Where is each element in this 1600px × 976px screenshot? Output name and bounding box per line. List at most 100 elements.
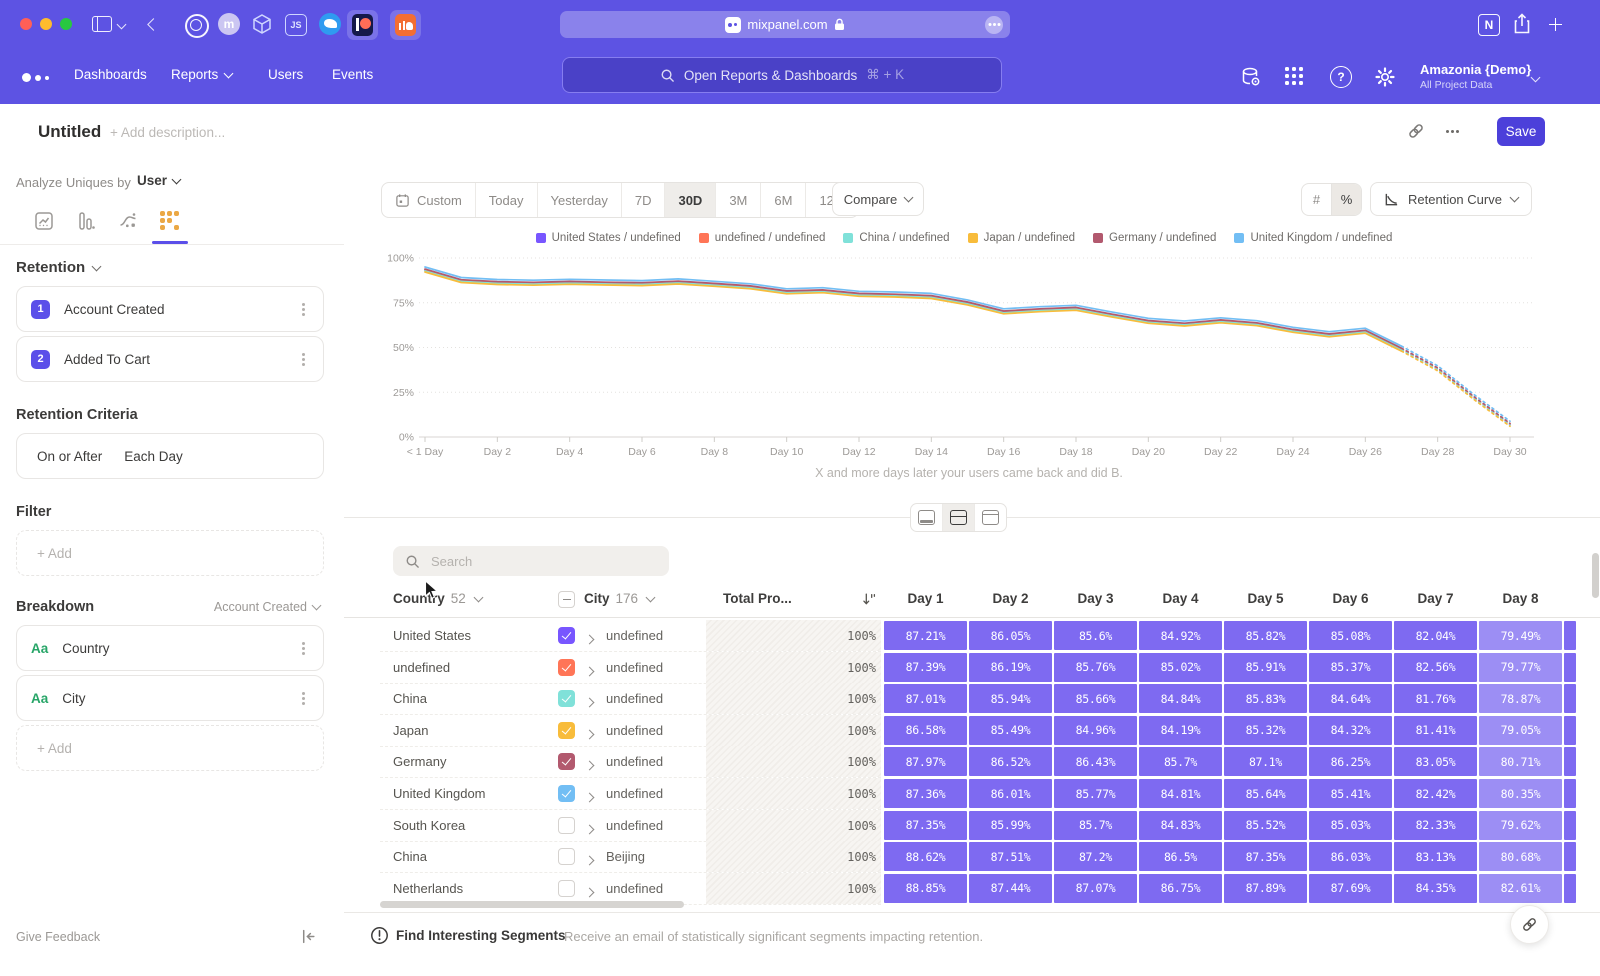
footer-title[interactable]: Find Interesting Segments: [396, 928, 566, 943]
breakdown-card-country[interactable]: Aa Country: [16, 625, 324, 671]
expand-row-icon[interactable]: [586, 821, 593, 836]
event-options-icon[interactable]: [302, 358, 305, 361]
browser-address-bar[interactable]: mixpanel.com: [560, 11, 1010, 38]
report-title[interactable]: Untitled: [38, 122, 101, 142]
data-management-icon[interactable]: [1240, 66, 1262, 88]
range-yesterday[interactable]: Yesterday: [537, 183, 621, 217]
expand-row-icon[interactable]: [586, 884, 593, 899]
breakdown-options-icon[interactable]: [302, 647, 305, 650]
layout-split-button[interactable]: [942, 504, 974, 531]
extension-bird-icon[interactable]: [319, 13, 341, 35]
extension-target-icon[interactable]: [185, 14, 209, 38]
row-checkbox[interactable]: [558, 848, 575, 865]
column-day-header[interactable]: Day 6: [1309, 591, 1392, 606]
legend-item[interactable]: Japan / undefined: [968, 232, 1075, 244]
give-feedback-link[interactable]: Give Feedback: [16, 930, 100, 944]
expand-row-icon[interactable]: [586, 726, 593, 741]
window-minimize-button[interactable]: [40, 18, 52, 30]
compare-button[interactable]: Compare: [832, 182, 924, 216]
row-checkbox[interactable]: [558, 722, 575, 739]
column-day-header[interactable]: Day 2: [969, 591, 1052, 606]
nav-dashboards[interactable]: Dashboards: [74, 67, 147, 82]
percentage-toggle[interactable]: %: [1331, 184, 1361, 215]
extension-cube-icon[interactable]: [251, 13, 273, 35]
event-card-added-to-cart[interactable]: 2 Added To Cart: [16, 336, 324, 382]
row-checkbox[interactable]: [558, 753, 575, 770]
legend-item[interactable]: United States / undefined: [536, 232, 681, 244]
add-description-button[interactable]: + Add description...: [110, 125, 225, 140]
range-3m[interactable]: 3M: [715, 183, 760, 217]
legend-item[interactable]: undefined / undefined: [699, 232, 826, 244]
range-custom[interactable]: Custom: [382, 183, 475, 217]
project-switcher[interactable]: Amazonia {Demo} All Project Data: [1420, 62, 1531, 91]
criteria-occurrence[interactable]: On or After: [37, 449, 102, 464]
extension-soundcloud-icon[interactable]: [390, 10, 421, 40]
nav-reports[interactable]: Reports: [171, 67, 232, 82]
range-30d[interactable]: 30D: [664, 183, 715, 217]
table-search[interactable]: [393, 546, 669, 576]
vertical-scrollbar[interactable]: [1592, 553, 1599, 598]
notion-extension-icon[interactable]: N: [1478, 14, 1500, 36]
page-settings-icon[interactable]: [985, 16, 1003, 34]
tab-funnels-icon[interactable]: [76, 211, 96, 231]
nav-users[interactable]: Users: [268, 67, 303, 82]
table-search-input[interactable]: [429, 553, 633, 570]
row-checkbox[interactable]: [558, 817, 575, 834]
browser-sidebar-icon[interactable]: [92, 16, 112, 32]
tab-insights-icon[interactable]: [34, 211, 54, 231]
layout-chart-only-button[interactable]: [911, 504, 942, 531]
collapse-sidebar-icon[interactable]: [300, 928, 317, 945]
nav-events[interactable]: Events: [332, 67, 373, 82]
event-card-account-created[interactable]: 1 Account Created: [16, 286, 324, 332]
column-total-header[interactable]: Total Pro...: [723, 591, 876, 606]
row-checkbox[interactable]: [558, 785, 575, 802]
horizontal-scrollbar[interactable]: [380, 901, 684, 908]
expand-row-icon[interactable]: [586, 694, 593, 709]
expand-row-icon[interactable]: [586, 663, 593, 678]
range-7d[interactable]: 7D: [621, 183, 665, 217]
event-options-icon[interactable]: [302, 308, 305, 311]
legend-item[interactable]: United Kingdom / undefined: [1234, 232, 1392, 244]
tab-flows-icon[interactable]: [118, 211, 138, 231]
absolute-numbers-toggle[interactable]: #: [1302, 184, 1331, 215]
extension-js-icon[interactable]: JS: [285, 14, 307, 36]
share-link-fab[interactable]: [1510, 905, 1549, 944]
column-day-header[interactable]: Day 1: [884, 591, 967, 606]
range-6m[interactable]: 6M: [760, 183, 805, 217]
column-day-header[interactable]: Day 7: [1394, 591, 1477, 606]
breakdown-card-city[interactable]: Aa City: [16, 675, 324, 721]
chevron-down-icon[interactable]: [117, 20, 127, 30]
expand-row-icon[interactable]: [586, 852, 593, 867]
expand-row-icon[interactable]: [586, 757, 593, 772]
retention-section-header[interactable]: Retention: [16, 259, 100, 276]
window-close-button[interactable]: [20, 18, 32, 30]
add-filter-button[interactable]: + Add: [16, 530, 324, 576]
legend-item[interactable]: China / undefined: [843, 232, 949, 244]
add-breakdown-button[interactable]: + Add: [16, 725, 324, 771]
column-city-header[interactable]: City176: [584, 591, 654, 606]
expand-row-icon[interactable]: [586, 789, 593, 804]
column-day-header[interactable]: Day 5: [1224, 591, 1307, 606]
browser-back-icon[interactable]: [147, 18, 160, 31]
row-checkbox[interactable]: [558, 627, 575, 644]
analyze-entity-dropdown[interactable]: User: [137, 173, 180, 188]
range-today[interactable]: Today: [475, 183, 537, 217]
expand-row-icon[interactable]: [586, 631, 593, 646]
apps-grid-icon[interactable]: [1285, 67, 1303, 85]
tab-retention-icon[interactable]: [160, 211, 179, 230]
global-search[interactable]: Open Reports & Dashboards ⌘ + K: [562, 57, 1002, 93]
more-options-icon[interactable]: [1451, 130, 1454, 133]
retention-criteria-card[interactable]: On or After Each Day: [16, 433, 324, 479]
row-checkbox[interactable]: [558, 690, 575, 707]
extension-avatar-icon[interactable]: m: [218, 13, 240, 35]
breakdown-options-icon[interactable]: [302, 697, 305, 700]
criteria-interval[interactable]: Each Day: [124, 449, 183, 464]
legend-item[interactable]: Germany / undefined: [1093, 232, 1216, 244]
settings-gear-icon[interactable]: [1374, 66, 1396, 88]
copy-link-icon[interactable]: [1407, 122, 1425, 145]
chart-type-dropdown[interactable]: Retention Curve: [1370, 182, 1532, 216]
extension-patreon-icon[interactable]: [347, 10, 378, 40]
row-checkbox[interactable]: [558, 659, 575, 676]
column-day-header[interactable]: Day 8: [1479, 591, 1562, 606]
mixpanel-logo[interactable]: [22, 70, 56, 84]
